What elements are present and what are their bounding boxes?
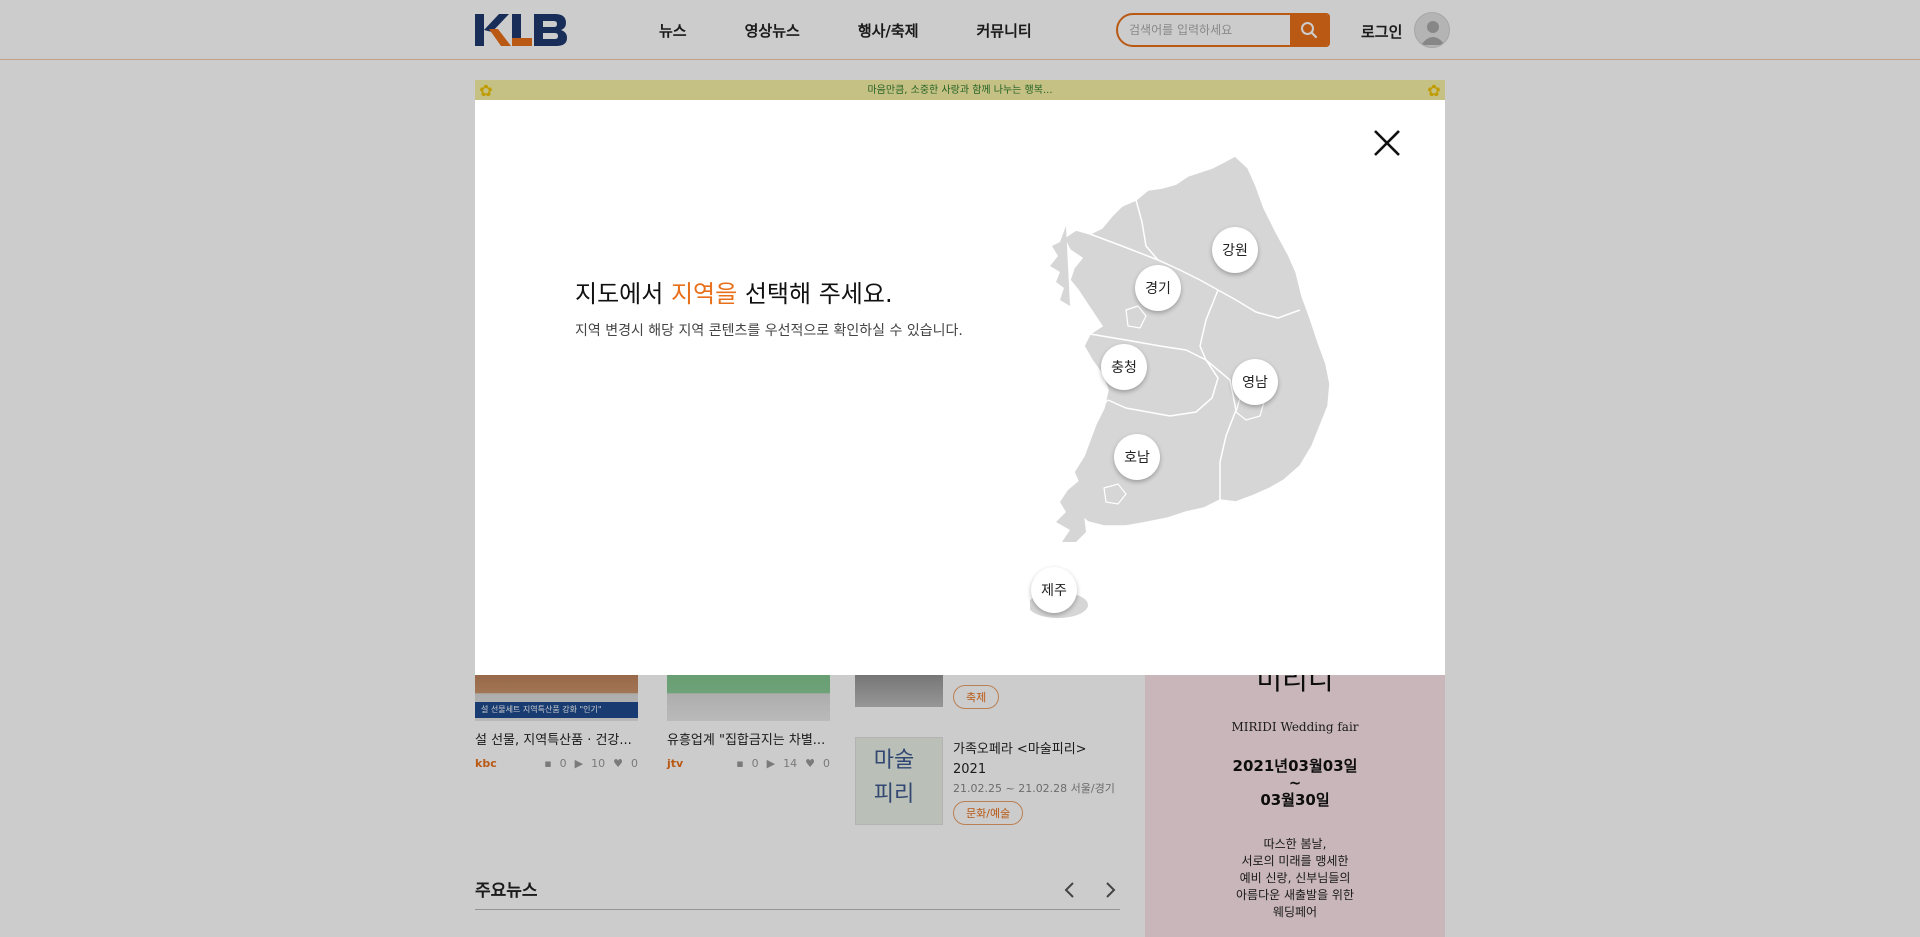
region-button-chungcheong[interactable]: 충청 (1101, 344, 1147, 390)
modal-title-suffix: 선택해 주세요. (737, 280, 893, 308)
close-icon[interactable] (1372, 128, 1402, 158)
modal-title-highlight: 지역을 (670, 280, 738, 308)
modal-title: 지도에서 지역을 선택해 주세요. (575, 274, 893, 309)
region-button-jeju[interactable]: 제주 (1031, 567, 1077, 613)
region-button-yeongnam[interactable]: 영남 (1232, 359, 1278, 405)
korea-map (1030, 155, 1331, 618)
region-button-honam[interactable]: 호남 (1114, 434, 1160, 480)
region-button-gyeonggi[interactable]: 경기 (1135, 265, 1181, 311)
region-button-gangwon[interactable]: 강원 (1212, 227, 1258, 273)
mainland-shape[interactable] (1063, 155, 1331, 527)
modal-subtitle: 지역 변경시 해당 지역 콘텐츠를 우선적으로 확인하실 수 있습니다. (575, 323, 963, 339)
modal-title-prefix: 지도에서 (575, 280, 671, 308)
